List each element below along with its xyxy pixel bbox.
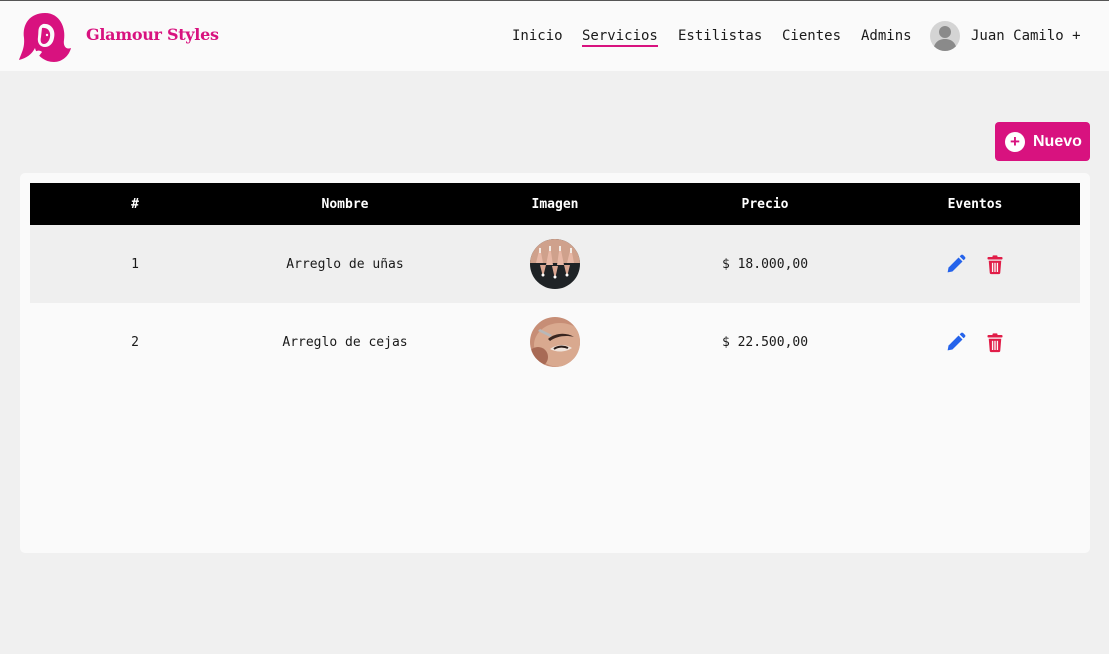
woman-logo-icon[interactable] [18, 10, 72, 64]
trash-icon[interactable] [984, 253, 1006, 275]
table-header: # Nombre Imagen Precio Eventos [30, 183, 1080, 225]
nav-admins[interactable]: Admins [861, 28, 912, 44]
service-price: $ 22.500,00 [721, 334, 809, 350]
service-image-eyebrows [530, 317, 580, 367]
new-button-label: Nuevo [1033, 132, 1082, 150]
row-number: 2 [131, 334, 139, 350]
plus-circle-icon: + [1005, 131, 1025, 152]
nav-cientes[interactable]: Cientes [782, 28, 841, 44]
table-row: 1 Arreglo de uñas $ 18.000,00 [30, 225, 1080, 303]
service-name: Arreglo de uñas [286, 256, 404, 272]
nav-estilistas[interactable]: Estilistas [678, 28, 762, 44]
services-table-card: # Nombre Imagen Precio Eventos 1 Arreglo… [20, 173, 1090, 553]
user-avatar-icon[interactable] [930, 21, 960, 51]
service-image-nails [530, 239, 580, 289]
column-header-price: Precio [741, 196, 789, 212]
pencil-icon[interactable] [944, 253, 966, 275]
column-header-name: Nombre [321, 196, 369, 212]
column-header-number: # [131, 196, 139, 212]
service-price: $ 18.000,00 [721, 256, 809, 272]
trash-icon[interactable] [984, 331, 1006, 353]
user-menu[interactable]: Juan Camilo + [971, 28, 1081, 44]
brand-name: Glamour Styles [86, 25, 219, 44]
new-service-button[interactable]: + Nuevo [995, 122, 1090, 161]
column-header-image: Imagen [531, 196, 579, 212]
column-header-events: Eventos [947, 196, 1003, 212]
top-navbar: Glamour Styles Inicio Servicios Estilist… [0, 1, 1109, 71]
nav-inicio[interactable]: Inicio [512, 28, 563, 44]
row-number: 1 [131, 256, 139, 272]
pencil-icon[interactable] [944, 331, 966, 353]
nav-servicios[interactable]: Servicios [582, 28, 658, 47]
table-row: 2 Arreglo de cejas $ 22.500,00 [30, 303, 1080, 381]
service-name: Arreglo de cejas [282, 334, 408, 350]
